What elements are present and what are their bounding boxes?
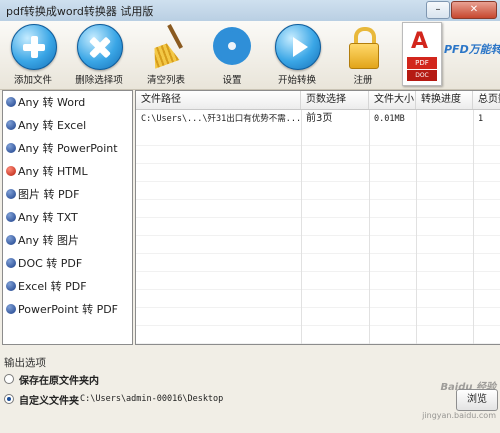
cell-progress — [416, 110, 473, 128]
add-icon — [11, 24, 57, 70]
broom-icon — [143, 23, 189, 69]
bullet-icon — [6, 304, 16, 314]
add-file-label: 添加文件 — [13, 75, 52, 86]
cell-file-size: 0.01MB — [374, 114, 405, 124]
sidebar-item-doc-to-pdf[interactable]: DOC 转 PDF — [3, 253, 132, 276]
start-convert-label: 开始转换 — [277, 75, 316, 86]
bullet-icon — [6, 281, 16, 291]
sidebar-item-label: DOC 转 PDF — [18, 257, 83, 270]
sidebar-item-label: Any 转 TXT — [18, 211, 78, 224]
sidebar-item-image-to-pdf[interactable]: 图片 转 PDF — [3, 184, 132, 207]
save-original-label: 保存在原文件夹内 — [19, 376, 99, 387]
sidebar-item-any-to-image[interactable]: Any 转 图片 — [3, 230, 132, 253]
sidebar-item-label: Any 转 Excel — [18, 119, 87, 132]
bullet-icon — [6, 166, 16, 176]
start-convert-button[interactable]: 开始转换 — [264, 23, 330, 86]
settings-button[interactable]: 设置 — [199, 23, 265, 86]
table-header: 文件路径 页数选择 文件大小 转换进度 总页数 — [136, 91, 500, 110]
table-row[interactable]: C:\Users\...\歼31出口有优势不需... 前3页 0.01MB 1 — [136, 110, 500, 128]
sidebar-item-label: Any 转 HTML — [18, 165, 88, 178]
bullet-icon — [6, 120, 16, 130]
column-header-progress[interactable]: 转换进度 — [416, 91, 473, 109]
acrobat-icon: A — [411, 29, 429, 54]
gear-icon — [213, 27, 251, 65]
cell-page-selection[interactable]: 前3页 — [301, 110, 369, 128]
minimize-button[interactable]: – — [426, 1, 450, 19]
delete-selected-label: 删除选择项 — [75, 75, 123, 86]
bullet-icon — [6, 235, 16, 245]
watermark-url: jingyan.baidu.com — [422, 411, 496, 420]
register-label: 注册 — [353, 75, 373, 86]
sidebar-item-label: Any 转 图片 — [18, 234, 79, 247]
sidebar-item-any-to-html[interactable]: Any 转 HTML — [3, 161, 132, 184]
bullet-icon — [6, 212, 16, 222]
column-header-size[interactable]: 文件大小 — [369, 91, 416, 109]
radio-custom-folder[interactable] — [4, 394, 14, 404]
logo-tag-doc: DOC — [407, 70, 437, 81]
clear-list-label: 清空列表 — [146, 75, 185, 86]
bullet-icon — [6, 97, 16, 107]
custom-folder-label: 自定义文件夹 — [19, 396, 79, 407]
delete-selected-button[interactable]: 删除选择项 — [66, 23, 132, 86]
conversion-type-list: Any 转 Word Any 转 Excel Any 转 PowerPoint … — [2, 90, 133, 345]
clear-list-button[interactable]: 清空列表 — [133, 23, 199, 86]
output-options-label: 输出选项 — [4, 357, 46, 369]
sidebar-item-any-to-word[interactable]: Any 转 Word — [3, 92, 132, 115]
sidebar-item-any-to-powerpoint[interactable]: Any 转 PowerPoint — [3, 138, 132, 161]
play-icon — [275, 24, 321, 70]
register-button[interactable]: 注册 — [330, 23, 396, 86]
column-header-total-pages[interactable]: 总页数 — [473, 91, 500, 109]
cell-file-path: C:\Users\...\歼31出口有优势不需... — [141, 114, 301, 124]
file-table: 文件路径 页数选择 文件大小 转换进度 总页数 C:\Users\...\歼31… — [135, 90, 500, 345]
settings-label: 设置 — [222, 75, 242, 86]
window-title: pdf转换成word转换器 试用版 — [6, 5, 154, 18]
sidebar-item-powerpoint-to-pdf[interactable]: PowerPoint 转 PDF — [3, 299, 132, 322]
add-file-button[interactable]: 添加文件 — [0, 23, 66, 86]
bullet-icon — [6, 258, 16, 268]
bullet-icon — [6, 189, 16, 199]
bullet-icon — [6, 143, 16, 153]
output-path-field[interactable]: C:\Users\admin-00016\Desktop — [80, 394, 223, 404]
brand-text: PFD万能转 — [444, 43, 500, 56]
column-header-pages[interactable]: 页数选择 — [301, 91, 369, 109]
cell-total-pages: 1 — [478, 114, 484, 124]
toolbar: 添加文件 删除选择项 清空列表 设置 开始转换 注册 A PDF DOC PFD… — [0, 21, 500, 90]
logo-tag-pdf: PDF — [407, 57, 437, 69]
sidebar-item-label: PowerPoint 转 PDF — [18, 303, 118, 316]
delete-icon — [77, 24, 123, 70]
sidebar-item-excel-to-pdf[interactable]: Excel 转 PDF — [3, 276, 132, 299]
close-button[interactable]: ✕ — [451, 1, 497, 19]
sidebar-item-any-to-txt[interactable]: Any 转 TXT — [3, 207, 132, 230]
sidebar-item-label: Any 转 PowerPoint — [18, 142, 118, 155]
lock-icon — [340, 23, 386, 69]
column-header-path[interactable]: 文件路径 — [136, 91, 301, 109]
sidebar-item-label: 图片 转 PDF — [18, 188, 80, 201]
pdf-logo: A PDF DOC — [402, 22, 442, 86]
sidebar-item-label: Excel 转 PDF — [18, 280, 87, 293]
sidebar-item-any-to-excel[interactable]: Any 转 Excel — [3, 115, 132, 138]
browse-button[interactable]: 浏览 — [456, 389, 498, 411]
sidebar-item-label: Any 转 Word — [18, 96, 86, 109]
title-bar: pdf转换成word转换器 试用版 – ✕ — [0, 0, 500, 22]
radio-save-original[interactable] — [4, 374, 14, 384]
